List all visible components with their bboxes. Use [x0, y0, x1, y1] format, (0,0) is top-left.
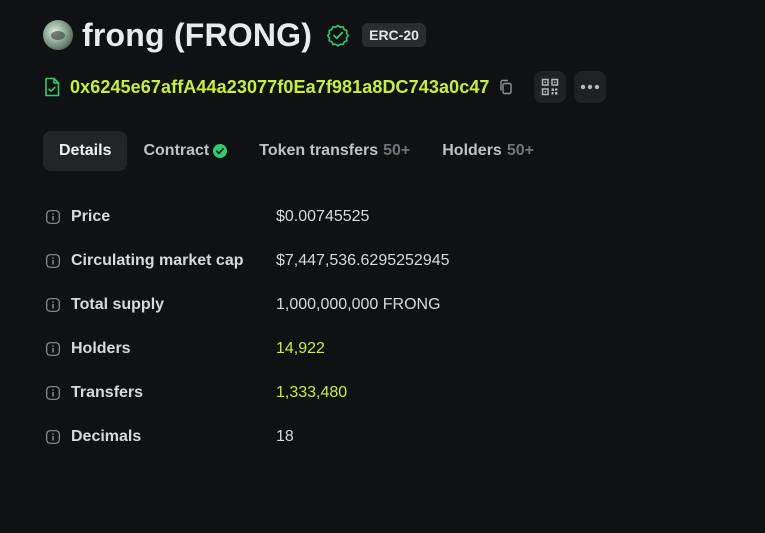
token-title: frong (FRONG)	[82, 16, 313, 53]
more-options-button[interactable]	[573, 71, 606, 103]
contract-address-link[interactable]: 0x6245e67affA44a23077f0Ea7f981a8DC743a0c…	[70, 77, 490, 98]
address-row: 0x6245e67affA44a23077f0Ea7f981a8DC743a0c…	[43, 71, 606, 103]
token-avatar	[43, 20, 73, 50]
tab-count: 50+	[506, 142, 534, 159]
token-header: frong (FRONG) ERC-20	[43, 17, 426, 53]
detail-row-holders: Holders 14,922	[46, 327, 450, 371]
verified-check-icon	[213, 144, 228, 158]
detail-value: $0.00745525	[276, 208, 370, 225]
detail-label: Price	[71, 208, 111, 225]
detail-row-market-cap: Circulating market cap $7,447,536.629525…	[46, 239, 450, 283]
tab-label: Contract	[143, 142, 210, 159]
qr-code-icon	[541, 78, 559, 96]
info-icon[interactable]	[46, 430, 60, 444]
detail-label: Holders	[71, 340, 131, 357]
detail-label: Circulating market cap	[71, 252, 244, 269]
detail-label: Decimals	[71, 428, 142, 445]
more-icon	[580, 84, 600, 90]
token-details-list: Price $0.00745525 Circulating market cap…	[46, 195, 450, 459]
token-standard-badge: ERC-20	[362, 23, 426, 47]
info-icon[interactable]	[46, 386, 60, 400]
tab-label: Token transfers	[259, 142, 379, 159]
tab-token-transfers[interactable]: Token transfers 50+	[243, 131, 426, 171]
copy-icon[interactable]	[498, 79, 514, 95]
contract-file-icon	[43, 77, 61, 97]
tab-count: 50+	[383, 142, 411, 159]
detail-row-total-supply: Total supply 1,000,000,000 FRONG	[46, 283, 450, 327]
verified-shield-icon	[326, 23, 350, 47]
tab-label: Holders	[442, 142, 502, 159]
detail-label: Total supply	[71, 296, 165, 313]
tab-details[interactable]: Details	[43, 131, 128, 171]
info-icon[interactable]	[46, 298, 60, 312]
holders-count-link[interactable]: 14,922	[276, 340, 325, 358]
detail-value: 18	[276, 428, 294, 445]
transfers-count-link[interactable]: 1,333,480	[276, 384, 347, 402]
detail-label: Transfers	[71, 384, 144, 401]
info-icon[interactable]	[46, 210, 60, 224]
detail-row-decimals: Decimals 18	[46, 415, 450, 459]
info-icon[interactable]	[46, 254, 60, 268]
detail-value: 1,000,000,000 FRONG	[276, 296, 441, 313]
tab-bar: Details Contract Token transfers 50+ Hol…	[43, 131, 550, 171]
detail-row-price: Price $0.00745525	[46, 195, 450, 239]
tab-holders[interactable]: Holders 50+	[426, 131, 550, 171]
tab-contract[interactable]: Contract	[127, 131, 243, 171]
detail-value: $7,447,536.6295252945	[276, 252, 450, 269]
info-icon[interactable]	[46, 342, 60, 356]
tab-label: Details	[59, 142, 112, 159]
detail-row-transfers: Transfers 1,333,480	[46, 371, 450, 415]
qr-code-button[interactable]	[533, 71, 566, 103]
